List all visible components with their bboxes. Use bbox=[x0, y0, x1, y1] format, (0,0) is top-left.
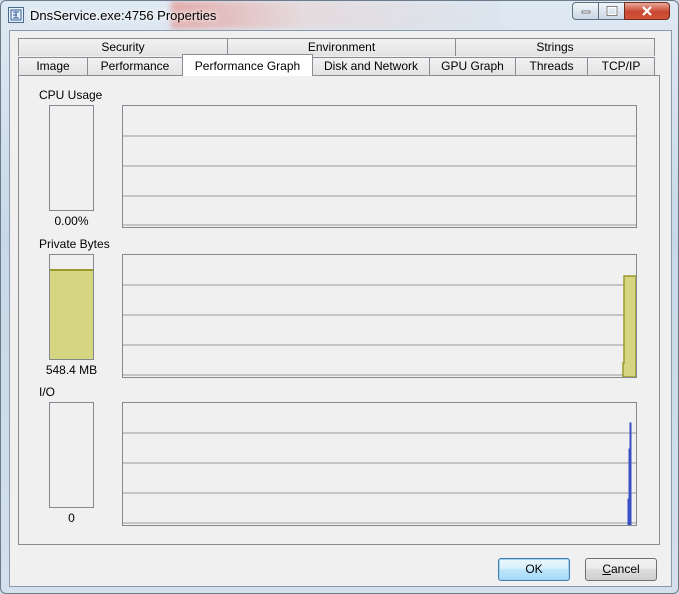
maximize-icon bbox=[606, 6, 617, 16]
maximize-button[interactable] bbox=[598, 2, 625, 20]
private-bytes-meter-fill bbox=[50, 268, 93, 359]
close-icon bbox=[642, 6, 652, 16]
tab-performance[interactable]: Performance bbox=[87, 57, 183, 75]
cpu-usage-graph bbox=[122, 105, 637, 228]
tab-tcp-ip[interactable]: TCP/IP bbox=[587, 57, 655, 75]
private-bytes-value: 548.4 MB bbox=[45, 363, 98, 377]
io-meter bbox=[49, 402, 94, 508]
cancel-button[interactable]: Cancel bbox=[585, 558, 657, 581]
properties-window: DnsService.exe:4756 Properties Security … bbox=[0, 0, 679, 594]
io-value: 0 bbox=[68, 511, 75, 525]
cancel-accelerator: C bbox=[602, 562, 611, 576]
tab-gpu-graph[interactable]: GPU Graph bbox=[429, 57, 516, 75]
private-bytes-label: Private Bytes bbox=[39, 237, 110, 251]
minimize-icon bbox=[581, 10, 590, 14]
ok-button[interactable]: OK bbox=[498, 558, 570, 581]
tab-performance-graph[interactable]: Performance Graph bbox=[182, 54, 313, 76]
cpu-usage-meter bbox=[49, 105, 94, 211]
cpu-usage-label: CPU Usage bbox=[39, 88, 103, 102]
tab-disk-and-network[interactable]: Disk and Network bbox=[312, 57, 430, 75]
private-bytes-series bbox=[622, 275, 636, 377]
private-bytes-graph bbox=[122, 254, 637, 378]
io-label: I/O bbox=[39, 385, 56, 399]
title-bar[interactable]: DnsService.exe:4756 Properties bbox=[1, 1, 678, 31]
io-graph bbox=[122, 402, 637, 526]
close-button[interactable] bbox=[624, 2, 670, 20]
tab-strings[interactable]: Strings bbox=[455, 38, 655, 56]
process-explorer-icon[interactable] bbox=[8, 7, 24, 23]
tab-threads[interactable]: Threads bbox=[515, 57, 588, 75]
minimize-button[interactable] bbox=[572, 2, 599, 20]
tab-image[interactable]: Image bbox=[18, 57, 88, 75]
cancel-label-rest: ancel bbox=[610, 562, 640, 576]
io-series bbox=[627, 422, 632, 525]
cpu-usage-value: 0.00% bbox=[54, 214, 89, 228]
window-title: DnsService.exe:4756 Properties bbox=[30, 8, 217, 23]
performance-graph-panel: CPU Usage 0.00% Private Bytes 548.4 MB I… bbox=[18, 75, 660, 545]
title-bar-background-blur bbox=[171, 1, 501, 29]
dialog-client-area: Security Environment Strings Image Perfo… bbox=[9, 30, 672, 587]
private-bytes-meter bbox=[49, 254, 94, 360]
